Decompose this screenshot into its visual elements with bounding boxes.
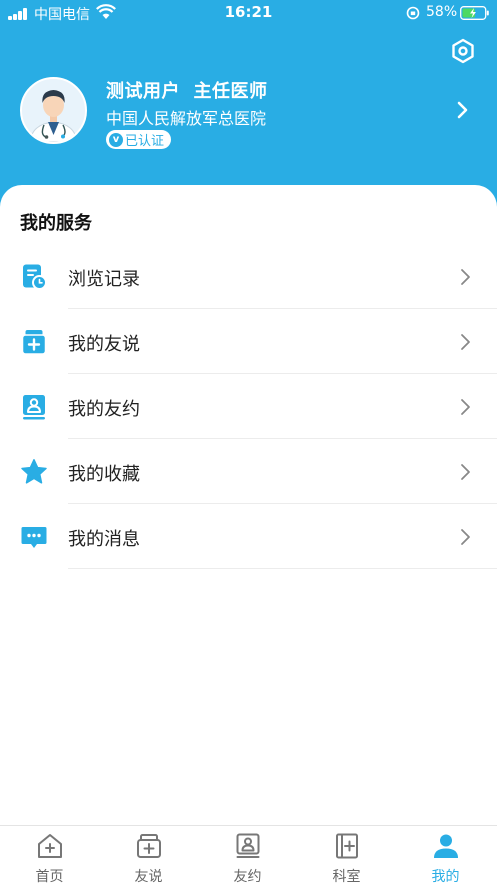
tab-bar: 首页 友说 友约 科室 我的 — [0, 825, 497, 883]
profile-name: 测试用户 主任医师 — [106, 81, 268, 102]
profile-hospital: 中国人民解放军总医院 — [106, 109, 267, 128]
battery-percent: 58% — [426, 4, 458, 20]
services-card: 我的服务 浏览记录 我的友说 我的友约 我的收藏 我的消息 — [0, 185, 497, 825]
divider — [68, 568, 497, 569]
star-icon — [21, 459, 47, 484]
message-icon — [21, 527, 47, 548]
person-icon — [434, 834, 458, 858]
section-title: 我的服务 — [20, 213, 92, 234]
verified-label: 已认证 — [125, 134, 165, 149]
menu-item-favorites[interactable]: 我的收藏 — [0, 440, 497, 504]
status-bar: 中国电信 16:21 58% — [0, 0, 497, 26]
chevron-right-icon — [461, 529, 470, 545]
tab-label: 科室 — [332, 869, 361, 883]
chevron-right-icon — [461, 464, 470, 480]
divider — [68, 438, 497, 439]
tab-label: 我的 — [431, 869, 460, 883]
home-icon — [38, 834, 62, 858]
menu-item-appointments[interactable]: 我的友约 — [0, 375, 497, 439]
verified-icon: v — [109, 132, 123, 147]
divider — [68, 503, 497, 504]
menu-item-label: 浏览记录 — [68, 269, 140, 290]
chevron-right-icon — [461, 269, 470, 285]
menu-item-history[interactable]: 浏览记录 — [0, 245, 497, 309]
settings-icon[interactable] — [450, 38, 476, 64]
tab-label: 友约 — [233, 869, 262, 883]
avatar[interactable] — [20, 77, 87, 144]
rotation-lock-icon — [406, 6, 420, 20]
appointment-icon — [236, 833, 260, 858]
tab-mine[interactable]: 我的 — [396, 826, 495, 883]
profile-header: 中国电信 16:21 58% 测试用户 主任医师 中国人民解放军总医院 v 已认… — [0, 0, 497, 215]
tab-posts[interactable]: 友说 — [99, 826, 198, 883]
verified-badge: v 已认证 — [106, 130, 172, 149]
appointment-icon — [23, 395, 45, 420]
menu-item-label: 我的消息 — [68, 529, 140, 550]
tab-appointments[interactable]: 友约 — [198, 826, 297, 883]
chevron-right-icon — [461, 334, 470, 350]
tab-label: 友说 — [134, 869, 163, 883]
tab-department[interactable]: 科室 — [297, 826, 396, 883]
chevron-right-icon — [461, 399, 470, 415]
clock: 16:21 — [224, 3, 273, 21]
menu-item-label: 我的友约 — [68, 399, 140, 420]
menu-item-label: 我的友说 — [68, 334, 140, 355]
menu-item-posts[interactable]: 我的友说 — [0, 310, 497, 374]
doctor-avatar-icon — [22, 79, 85, 142]
tab-label: 首页 — [35, 869, 64, 883]
menu-item-messages[interactable]: 我的消息 — [0, 505, 497, 569]
chevron-right-icon[interactable] — [454, 100, 470, 120]
menu-item-label: 我的收藏 — [68, 464, 140, 485]
posts-icon — [137, 834, 161, 858]
divider — [68, 308, 497, 309]
history-icon — [23, 264, 47, 290]
department-icon — [336, 833, 358, 859]
posts-icon — [21, 330, 47, 355]
tab-home[interactable]: 首页 — [0, 826, 99, 883]
battery-icon — [460, 6, 489, 20]
divider — [68, 373, 497, 374]
